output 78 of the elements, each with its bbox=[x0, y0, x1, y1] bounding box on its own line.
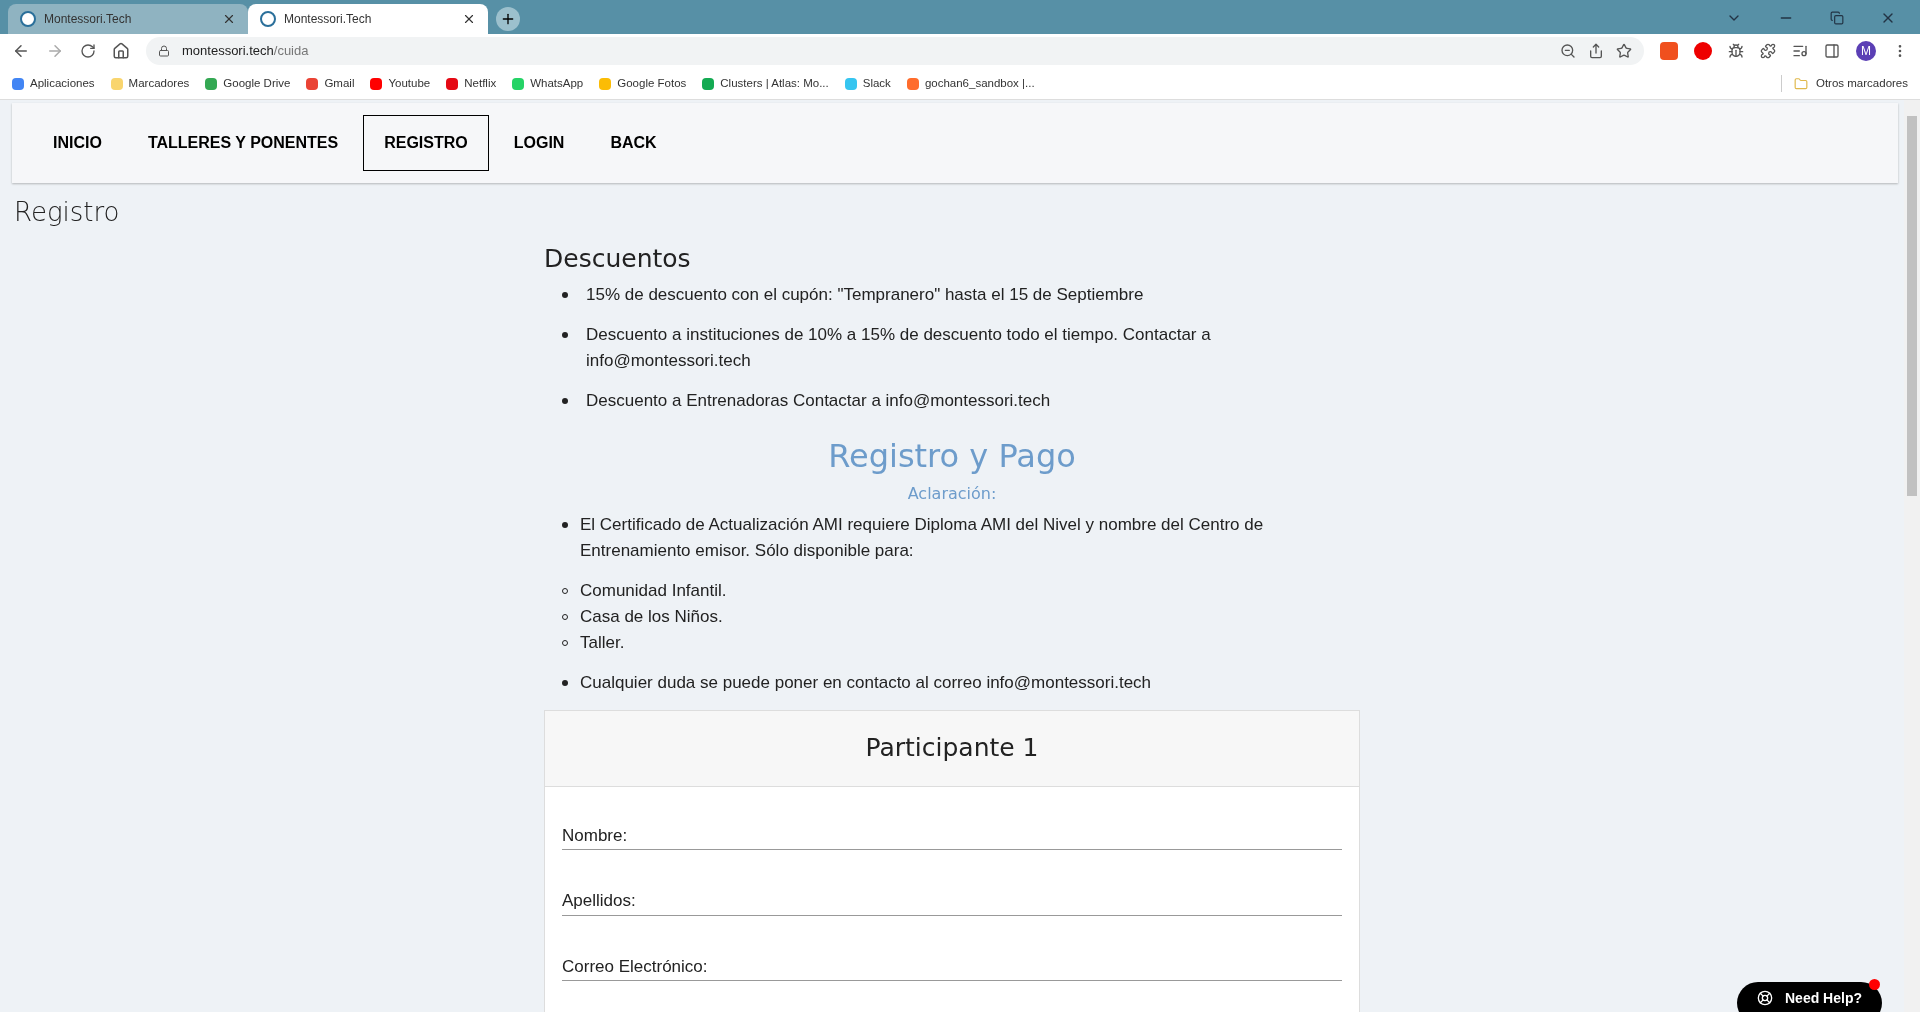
text-field[interactable]: Correo Electrónico: bbox=[562, 953, 1342, 981]
lock-icon bbox=[158, 45, 170, 57]
bookmark-label: Marcadores bbox=[128, 75, 190, 91]
new-tab-button[interactable] bbox=[496, 7, 520, 31]
bookmark-item[interactable]: gochan6_sandbox |... bbox=[906, 74, 1035, 93]
bookmark-label: Slack bbox=[862, 75, 891, 91]
plus-icon bbox=[500, 11, 516, 27]
scrollbar[interactable] bbox=[1904, 100, 1920, 1012]
note-text: Cualquier duda se puede poner en contacto al correo info@montessori.tech bbox=[580, 671, 1152, 694]
card-title: Participante 1 bbox=[865, 732, 1039, 765]
tab-title: Montessori.Tech bbox=[284, 11, 373, 28]
discount-text: Descuento a instituciones de 10% a 15% de descuento todo el tiempo. Contactar a info@montessori.tech bbox=[586, 323, 1212, 372]
text-field[interactable]: Apellidos: bbox=[562, 888, 1342, 916]
bookmark-label: Gmail bbox=[324, 75, 355, 91]
bookmark-item[interactable]: Youtube bbox=[370, 74, 431, 93]
bullet-icon bbox=[562, 291, 568, 298]
bullet-icon bbox=[562, 521, 568, 528]
help-button[interactable]: Need Help? bbox=[1737, 982, 1882, 1012]
restore-icon[interactable] bbox=[1830, 11, 1844, 25]
nav-link[interactable]: BACK bbox=[589, 115, 678, 171]
bullet-icon bbox=[562, 331, 568, 338]
nav-link[interactable]: INICIO bbox=[32, 115, 123, 171]
browser-tab[interactable]: Montessori.Tech bbox=[8, 4, 248, 34]
discount-text: 15% de descuento con el cupón: "Tempranero" hasta el 15 de Septiembre bbox=[586, 283, 1144, 306]
profile-avatar[interactable]: M bbox=[1856, 41, 1876, 61]
bug-icon[interactable] bbox=[1728, 43, 1744, 59]
bookmark-item[interactable]: Gmail bbox=[306, 74, 355, 93]
page-title: Registro bbox=[14, 196, 120, 229]
bookmark-item[interactable]: Slack bbox=[844, 74, 891, 93]
lifebuoy-icon bbox=[1757, 990, 1773, 1006]
note-text: El Certificado de Actualización AMI requiere Diploma AMI del Nivel y nombre del Centro de Entrenamiento emisor. Sólo disponible para: bbox=[580, 513, 1265, 562]
clarification-label: Aclaración: bbox=[907, 482, 997, 505]
bookmark-item[interactable]: Google Drive bbox=[205, 74, 291, 93]
home-icon[interactable] bbox=[112, 42, 130, 60]
bookmark-item[interactable]: WhatsApp bbox=[512, 74, 584, 93]
note-text: Casa de los Niños. bbox=[580, 605, 723, 628]
bookmark-item[interactable]: Clusters | Atlas: Mo... bbox=[702, 74, 829, 93]
side-panel-icon[interactable] bbox=[1824, 43, 1840, 59]
browser-tab[interactable]: Montessori.Tech bbox=[248, 4, 488, 34]
nav-link[interactable]: LOGIN bbox=[492, 115, 586, 171]
nav-link[interactable]: REGISTRO bbox=[363, 115, 489, 171]
address-bar[interactable]: montessori.tech/cuida bbox=[146, 37, 1644, 65]
bookmark-label: WhatsApp bbox=[530, 75, 584, 91]
bookmark-item[interactable]: Netflix bbox=[446, 74, 497, 93]
bookmark-item[interactable]: Marcadores bbox=[110, 74, 190, 93]
bookmark-label: gochan6_sandbox |... bbox=[924, 75, 1035, 91]
note-text: Taller. bbox=[580, 631, 625, 654]
section-heading: Descuentos bbox=[544, 243, 691, 275]
bookmark-label: Youtube bbox=[388, 75, 431, 91]
nav-link[interactable]: TALLERES Y PONENTES bbox=[126, 115, 360, 171]
bookmark-label: Netflix bbox=[464, 75, 497, 91]
bookmark-item[interactable]: Aplicaciones bbox=[12, 74, 95, 93]
bookmark-item[interactable]: Google Fotos bbox=[599, 74, 687, 93]
site-favicon-icon bbox=[20, 11, 36, 27]
bookmark-star-icon[interactable] bbox=[1616, 43, 1632, 59]
zoom-icon[interactable] bbox=[1560, 43, 1576, 59]
site-favicon-icon bbox=[260, 11, 276, 27]
media-icon[interactable] bbox=[1792, 43, 1808, 59]
extensions-icon[interactable] bbox=[1760, 43, 1776, 59]
bookmark-label: Aplicaciones bbox=[30, 75, 95, 91]
registration-heading: Registro y Pago bbox=[828, 435, 1076, 477]
other-bookmarks[interactable]: Otros marcadores bbox=[1780, 74, 1908, 93]
back-icon[interactable] bbox=[12, 42, 30, 60]
share-icon[interactable] bbox=[1588, 43, 1604, 59]
bookmark-label: Google Drive bbox=[223, 75, 291, 91]
text-field[interactable]: Nombre: bbox=[562, 822, 1342, 850]
tab-title: Montessori.Tech bbox=[44, 11, 133, 28]
bookmark-label: Clusters | Atlas: Mo... bbox=[720, 75, 829, 91]
close-icon[interactable] bbox=[222, 12, 236, 26]
discount-text: Descuento a Entrenadoras Contactar a info@montessori.tech bbox=[586, 389, 1051, 412]
bullet-icon bbox=[562, 397, 568, 404]
bullet-icon bbox=[562, 679, 568, 686]
url-text: montessori.tech/cuida bbox=[182, 42, 310, 61]
reload-icon[interactable] bbox=[80, 43, 96, 59]
bookmark-label: Google Fotos bbox=[617, 75, 687, 91]
close-icon[interactable] bbox=[462, 12, 476, 26]
folder-icon bbox=[1793, 76, 1808, 91]
note-text: Comunidad Infantil. bbox=[580, 579, 727, 602]
